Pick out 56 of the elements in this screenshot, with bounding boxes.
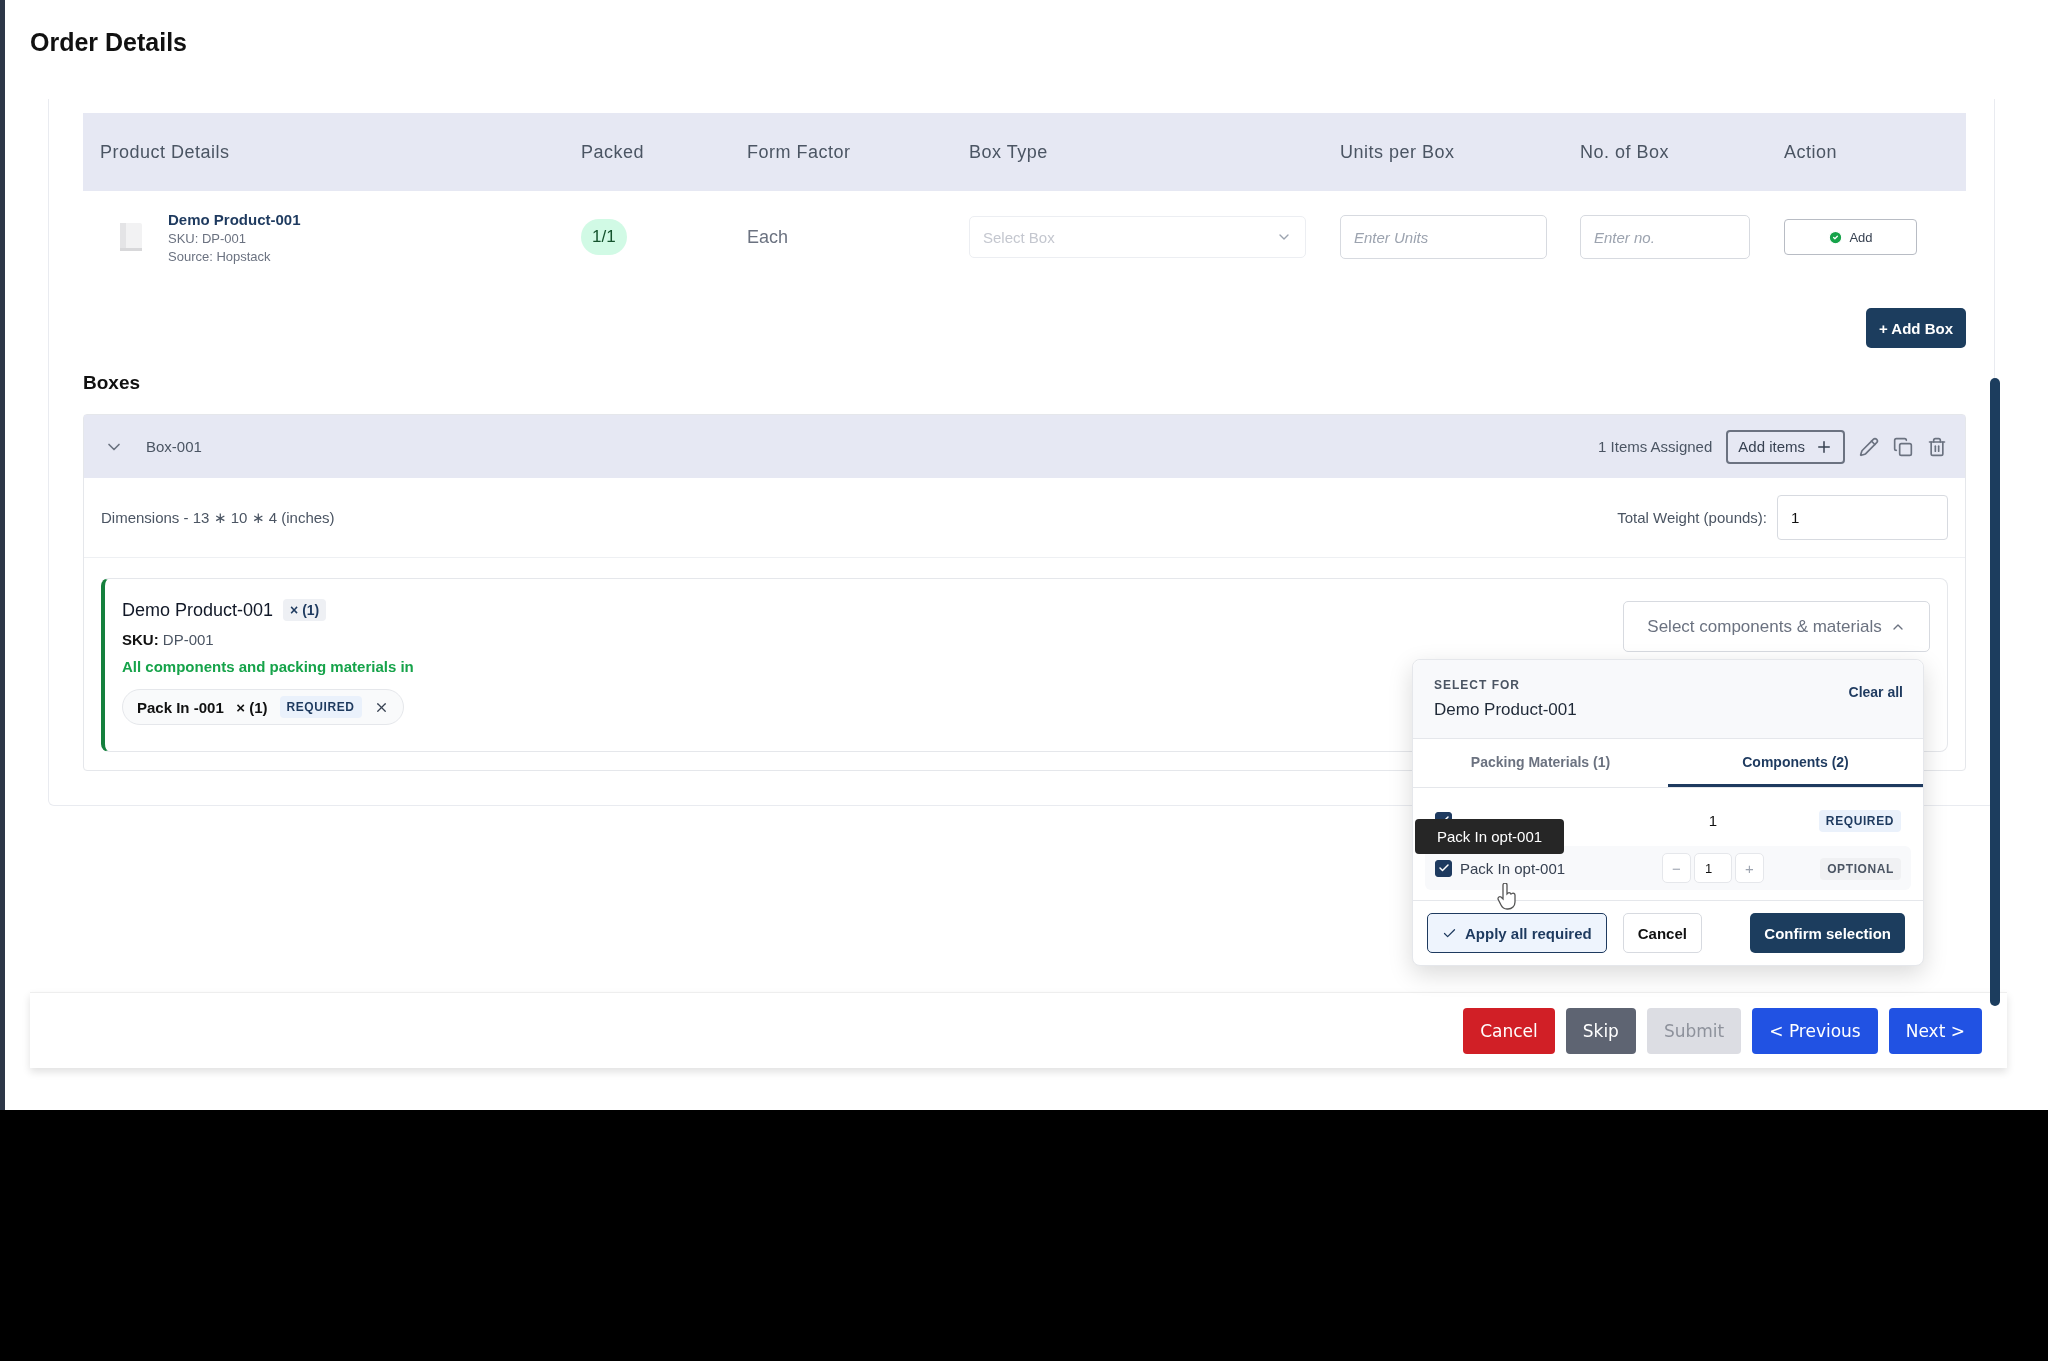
required-badge: REQUIRED <box>279 696 362 718</box>
trash-icon[interactable] <box>1927 436 1947 457</box>
footer-button[interactable]: Next > <box>1888 1007 1982 1054</box>
pencil-icon[interactable] <box>1859 436 1879 457</box>
popup-tab[interactable]: Components (2) <box>1668 739 1923 787</box>
product-source: Source: Hopstack <box>168 248 272 264</box>
status-text: All components and packing materials in <box>122 658 414 675</box>
check-circle-icon <box>1828 229 1844 245</box>
product-name: Demo Product-001 <box>122 599 274 621</box>
select-for-label: SELECT FOR <box>1434 678 1521 692</box>
column-header: Action <box>1784 141 1839 163</box>
optional-badge: OPTIONAL <box>1820 858 1901 880</box>
chip-label: Pack In -001 × (1) <box>137 698 268 716</box>
tooltip: Pack In opt-001 <box>1415 819 1565 854</box>
confirm-button[interactable]: Confirm selection <box>1750 913 1905 953</box>
clear-all-link[interactable]: Clear all <box>1848 684 1903 700</box>
box-dimensions: Dimensions - 13 ∗ 10 ∗ 4 (inches) <box>101 508 335 527</box>
column-header: No. of Box <box>1580 141 1671 163</box>
copy-icon[interactable] <box>1893 436 1913 457</box>
packed-pill: 1/1 <box>581 219 627 255</box>
column-header: Packed <box>581 141 646 163</box>
popup-product-name: Demo Product-001 <box>1434 700 1577 720</box>
add-box-button[interactable]: + Add Box <box>1865 308 1966 348</box>
components-select[interactable]: Select components & materials <box>1623 601 1930 652</box>
page-title: Order Details <box>30 28 188 57</box>
scrollbar[interactable] <box>1990 378 2000 1006</box>
section-title: Boxes <box>83 372 142 394</box>
column-header: Product Details <box>100 141 231 163</box>
add-button[interactable]: Add <box>1784 219 1917 255</box>
column-header: Units per Box <box>1340 141 1456 163</box>
item-label: Pack In opt-001 <box>1460 859 1566 877</box>
apply-required-button[interactable]: Apply all required <box>1427 913 1607 953</box>
product-sku: SKU: DP-001 <box>122 631 215 648</box>
column-header: Box Type <box>969 141 1049 163</box>
add-items-button[interactable]: Add items <box>1726 429 1845 464</box>
quantity-field[interactable]: 1 <box>1694 853 1732 883</box>
weight-input[interactable]: 1 <box>1777 495 1948 540</box>
product-sku: SKU: DP-001 <box>168 230 248 246</box>
required-badge: REQUIRED <box>1818 810 1901 832</box>
column-header: Form Factor <box>747 141 852 163</box>
product-link[interactable]: Demo Product-001 <box>168 210 301 228</box>
quantity-tag: × (1) <box>283 599 327 621</box>
weight-label: Total Weight (pounds): <box>1617 509 1767 526</box>
footer-button[interactable]: Skip <box>1565 1007 1636 1054</box>
popup-tab[interactable]: Packing Materials (1) <box>1413 739 1668 787</box>
units-input[interactable]: Enter Units <box>1340 215 1547 259</box>
table-cell-text: Each <box>747 226 790 248</box>
box-name: Box-001 <box>146 438 203 455</box>
cancel-button[interactable]: Cancel <box>1622 913 1702 953</box>
box-count-input[interactable]: Enter no. <box>1580 215 1750 259</box>
assigned-count: 1 Items Assigned <box>1598 438 1713 455</box>
footer-button[interactable]: Cancel <box>1463 1007 1555 1054</box>
quantity-text: 1 <box>1708 811 1718 829</box>
checkbox[interactable] <box>1435 859 1452 877</box>
check-icon <box>1437 862 1450 874</box>
footer-button[interactable]: < Previous <box>1752 1007 1878 1054</box>
